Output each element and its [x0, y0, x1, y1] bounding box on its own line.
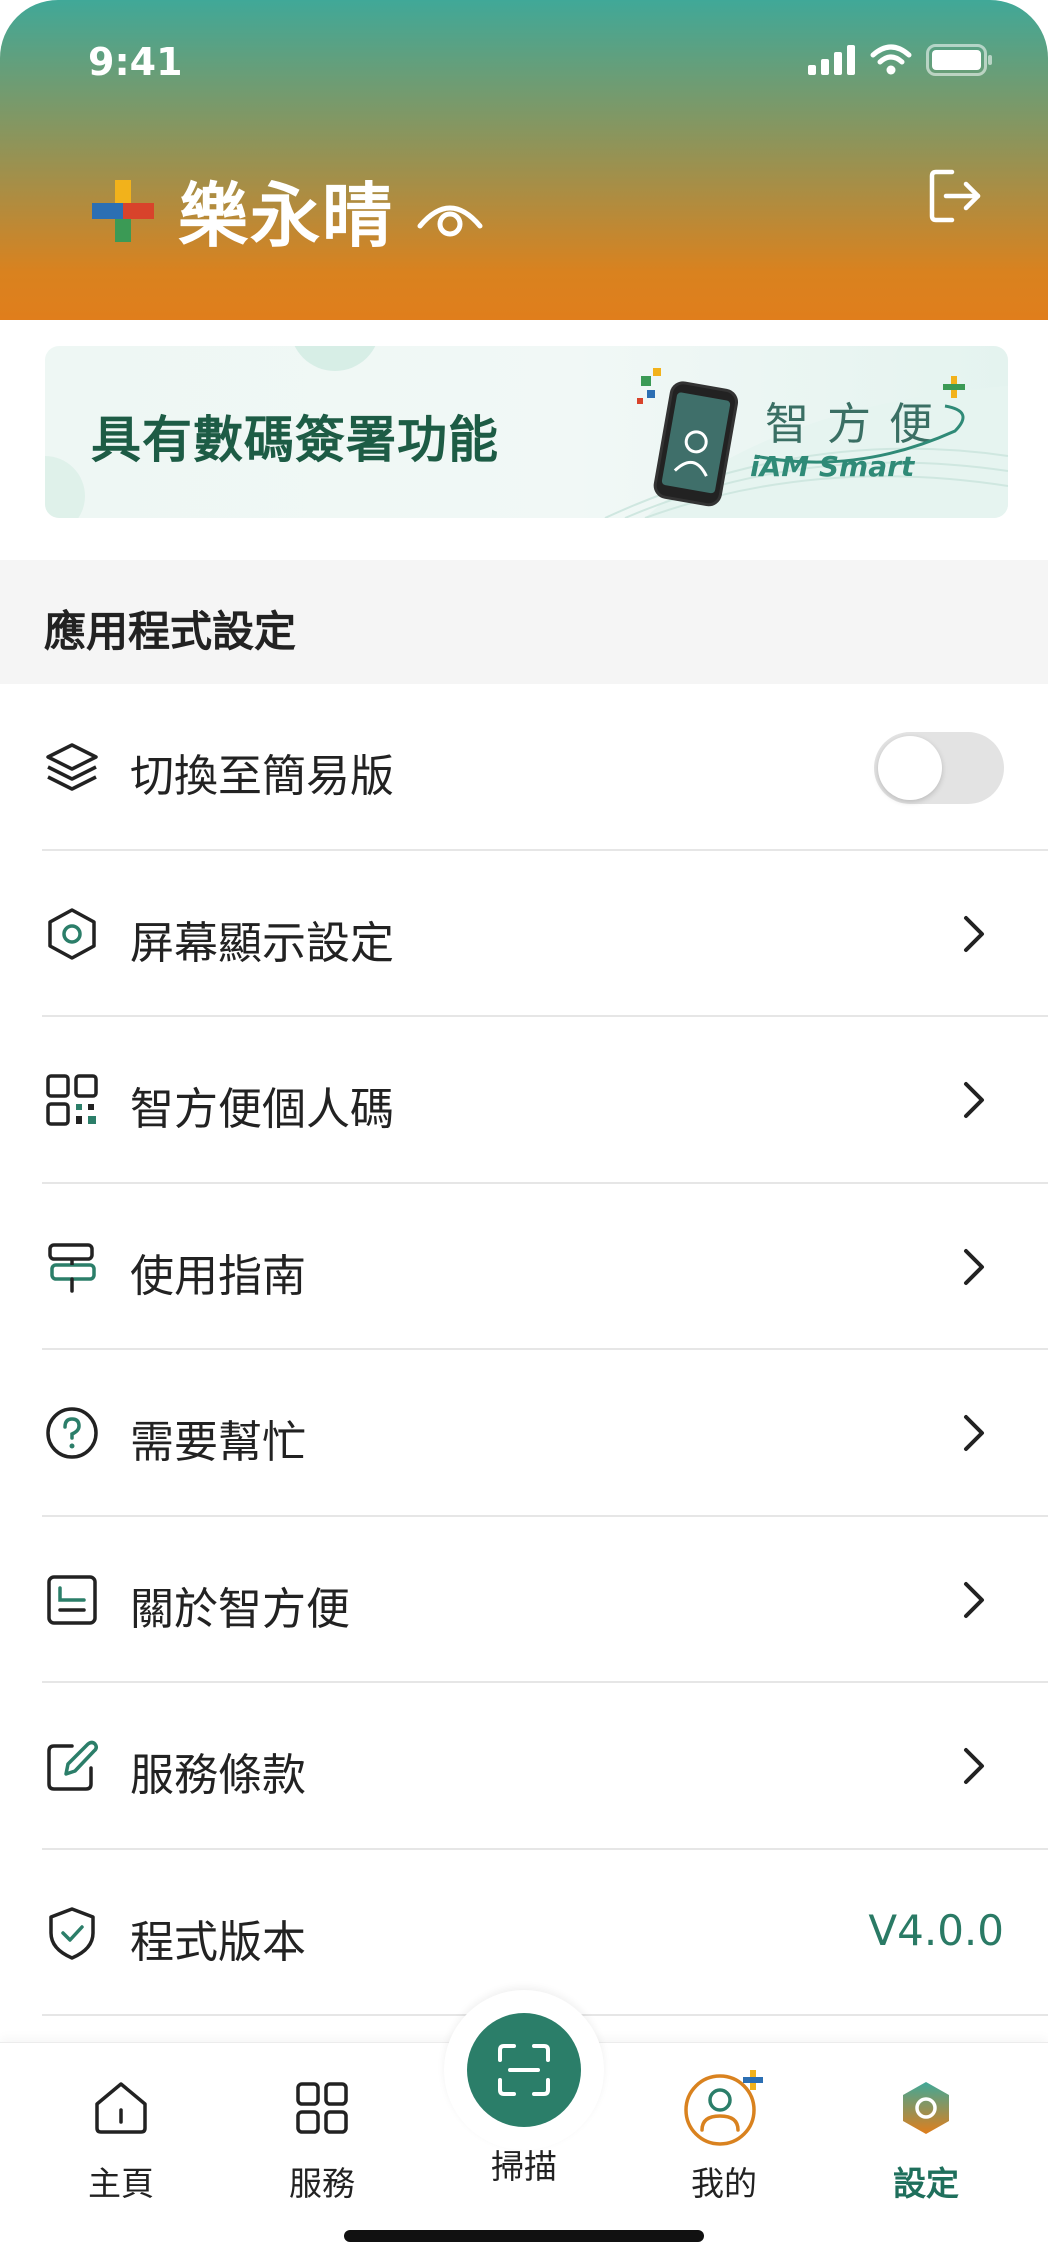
edit-document-icon [47, 1740, 99, 1791]
wifi-icon [870, 44, 912, 75]
digital-signing-banner[interactable]: 具有數碼簽署功能 智方便 iAM Smart [45, 346, 1008, 518]
menu-item-label: 程式版本 [130, 1916, 306, 1968]
scan-button[interactable] [467, 2013, 581, 2127]
tab-home[interactable]: 主頁 [51, 2063, 191, 2205]
menu-item-label: 使用指南 [130, 1250, 306, 1302]
menu-item-need-help[interactable]: 需要幫忙 [0, 1350, 1048, 1517]
grid-icon [296, 2082, 348, 2134]
menu-item-label: 服務條款 [130, 1750, 306, 1801]
logout-icon[interactable] [928, 168, 982, 224]
battery-icon [926, 44, 992, 76]
chevron-right-icon [964, 1248, 984, 1285]
menu-item-display-settings[interactable]: 屏幕顯示設定 [0, 851, 1048, 1018]
status-time: 9:41 [88, 40, 183, 84]
tab-settings[interactable]: 設定 [856, 2063, 996, 2205]
chevron-right-icon [964, 915, 984, 952]
menu-item-simple-mode[interactable]: 切換至簡易版 [0, 684, 1048, 851]
simple-mode-toggle[interactable] [874, 732, 1004, 804]
scan-icon [498, 2044, 550, 2096]
menu-item-label: 關於智方便 [130, 1583, 350, 1635]
menu-item-personal-code[interactable]: 智方便個人碼 [0, 1017, 1048, 1184]
chevron-right-icon [964, 1415, 984, 1451]
qr-code-icon [46, 1074, 98, 1126]
chevron-right-icon [964, 1581, 984, 1618]
chevron-right-icon [964, 1748, 984, 1784]
profile-avatar-icon [684, 2070, 763, 2146]
eye-icon[interactable] [416, 194, 484, 238]
banner-text: 具有數碼簽署功能 [91, 411, 499, 469]
home-icon [95, 2082, 147, 2134]
menu-item-label: 屏幕顯示設定 [130, 917, 394, 969]
menu-item-label: 智方便個人碼 [130, 1084, 394, 1135]
menu-item-user-guide[interactable]: 使用指南 [0, 1184, 1048, 1351]
section-title: 應用程式設定 [44, 607, 297, 656]
scan-label: 掃描 [491, 2147, 557, 2186]
hexagon-settings-icon [48, 907, 96, 960]
iam-smart-plus-logo-icon [92, 179, 154, 242]
user-name: 樂永晴 [178, 175, 394, 257]
tab-label: 服務 [289, 2164, 355, 2203]
toggle-knob [878, 736, 942, 800]
header: 9:41 樂永晴 [0, 0, 1048, 320]
settings-menu: 切換至簡易版 屏幕顯示設定 智方便個人碼 使用指南 需要幫忙 關於智方便 服務條… [0, 684, 1048, 2016]
home-indicator [344, 2230, 704, 2242]
tab-label: 設定 [893, 2164, 959, 2203]
menu-item-terms[interactable]: 服務條款 [0, 1683, 1048, 1850]
phone-illustration-icon [637, 368, 739, 507]
chevron-right-icon [964, 1082, 984, 1118]
layers-icon [46, 743, 98, 791]
section-header: 應用程式設定 [0, 560, 1048, 684]
app-version-value: V4.0.0 [868, 1905, 1004, 1955]
help-circle-icon [46, 1407, 98, 1459]
shield-check-icon [49, 1906, 95, 1960]
tab-mine[interactable]: 我的 [654, 2063, 794, 2205]
brand-name-en: iAM Smart [750, 450, 915, 483]
menu-item-about[interactable]: 關於智方便 [0, 1517, 1048, 1684]
menu-item-label: 切換至簡易版 [130, 751, 394, 802]
signpost-icon [48, 1242, 96, 1293]
tab-label: 我的 [691, 2164, 757, 2203]
user-row: 樂永晴 [92, 160, 484, 261]
tab-services[interactable]: 服務 [252, 2063, 392, 2205]
info-card-icon [47, 1574, 97, 1625]
menu-item-label: 需要幫忙 [130, 1417, 306, 1468]
tab-label: 主頁 [88, 2164, 154, 2203]
status-icons [808, 44, 994, 76]
cellular-signal-icon [808, 45, 855, 75]
settings-hexagon-icon [903, 2082, 949, 2134]
